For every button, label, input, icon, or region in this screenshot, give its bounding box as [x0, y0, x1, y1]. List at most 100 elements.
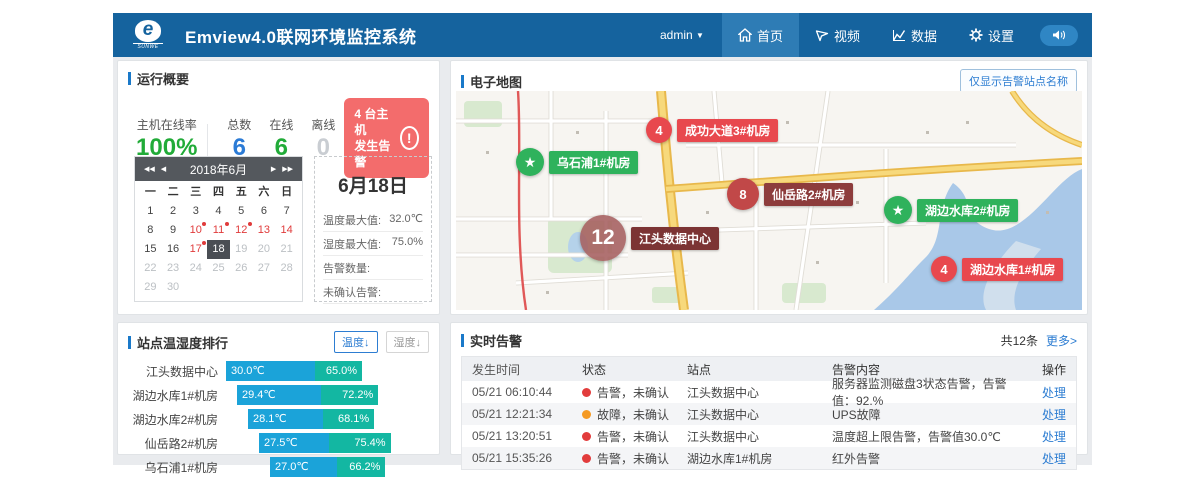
calendar-day[interactable]: 29 [139, 278, 162, 297]
alarm-count-marker[interactable]: 4 [646, 117, 672, 143]
station-label[interactable]: 湖边水库2#机房 [917, 199, 1018, 222]
alarm-status: 告警，未确认 [582, 450, 687, 467]
calendar-day[interactable]: 4 [207, 202, 230, 221]
station-label[interactable]: 仙岳路2#机房 [764, 183, 853, 206]
alarm-time: 05/21 15:35:26 [472, 451, 582, 465]
alarm-dot-icon [225, 222, 229, 226]
exclamation-icon: ! [400, 126, 419, 150]
prev-year-button[interactable]: ◀◀ [141, 165, 158, 173]
alarms-header: 实时告警 共12条 更多> [451, 323, 1087, 354]
ranking-rows: 江头数据中心30.0℃65.0%湖边水库1#机房29.4℃72.2%湖边水库2#… [118, 357, 439, 477]
alarm-action-cell: 处理 [1026, 406, 1066, 423]
logo-e-icon: e [135, 20, 161, 42]
map-marker: 8仙岳路2#机房 [727, 178, 853, 210]
calendar-day[interactable]: 18 [207, 240, 230, 259]
alarm-count-marker[interactable]: 4 [931, 256, 957, 282]
calendar-day[interactable]: 19 [230, 240, 253, 259]
alarm-count-marker[interactable]: 8 [727, 178, 759, 210]
calendar-day[interactable]: 17 [184, 240, 207, 259]
day-detail-row: 未确认告警: [323, 280, 423, 304]
station-label[interactable]: 成功大道3#机房 [677, 119, 778, 142]
station-label[interactable]: 湖边水库1#机房 [962, 258, 1063, 281]
handle-link[interactable]: 处理 [1042, 430, 1066, 444]
nav-data[interactable]: 数据 [876, 13, 953, 57]
nav-settings[interactable]: 设置 [953, 13, 1030, 57]
sort-by-temp-button[interactable]: 温度↓ [334, 331, 378, 353]
calendar-day[interactable]: 3 [184, 202, 207, 221]
calendar-day[interactable]: 12 [230, 221, 253, 240]
calendar-day[interactable]: 10 [184, 221, 207, 240]
calendar-day[interactable]: 13 [253, 221, 276, 240]
more-link[interactable]: 更多> [1046, 332, 1077, 349]
nav-settings-label: 设置 [988, 26, 1014, 45]
calendar-day[interactable]: 26 [230, 259, 253, 278]
day-detail-rows: 温度最大值:32.0℃湿度最大值:75.0%告警数量:未确认告警: [323, 208, 423, 304]
station-name: 湖边水库2#机房 [124, 411, 226, 428]
station-ok-marker[interactable]: ★ [516, 148, 544, 176]
user-name: admin [660, 28, 693, 42]
calendar-day[interactable]: 21 [275, 240, 298, 259]
overview-title: 运行概要 [137, 69, 189, 88]
alarm-station: 湖边水库1#机房 [687, 450, 832, 467]
calendar-day[interactable]: 14 [275, 221, 298, 240]
calendar-day[interactable]: 15 [139, 240, 162, 259]
nav-home[interactable]: 首页 [722, 13, 799, 57]
handle-link[interactable]: 处理 [1042, 386, 1066, 400]
calendar-day[interactable]: 22 [139, 259, 162, 278]
sound-button[interactable] [1040, 25, 1078, 46]
overview-panel: 运行概要 主机在线率 100% 总数 6 在线 6 离线 0 4 台主机 [117, 60, 440, 315]
calendar-day[interactable]: 7 [275, 202, 298, 221]
alarm-station: 江头数据中心 [687, 384, 832, 401]
ranking-panel: 站点温湿度排行 温度↓ 湿度↓ 江头数据中心30.0℃65.0%湖边水库1#机房… [117, 322, 440, 455]
station-label[interactable]: 乌石浦1#机房 [549, 151, 638, 174]
calendar-day[interactable]: 1 [139, 202, 162, 221]
gear-icon [969, 28, 983, 42]
calendar-day[interactable]: 28 [275, 259, 298, 278]
day-detail-row: 温度最大值:32.0℃ [323, 208, 423, 232]
next-year-button[interactable]: ▶▶ [279, 165, 296, 173]
chart-icon [892, 28, 906, 42]
calendar-day[interactable]: 11 [207, 221, 230, 240]
app-title: Emview4.0联网环境监控系统 [185, 23, 416, 48]
calendar-day[interactable]: 5 [230, 202, 253, 221]
calendar-day[interactable]: 16 [162, 240, 185, 259]
handle-link[interactable]: 处理 [1042, 452, 1066, 466]
nav-video-label: 视频 [834, 26, 860, 45]
map-marker: ★湖边水库2#机房 [884, 196, 1018, 224]
show-alarm-stations-button[interactable]: 仅显示告警站点名称 [960, 69, 1077, 93]
next-month-button[interactable]: ▶ [268, 165, 279, 173]
calendar-day[interactable]: 27 [253, 259, 276, 278]
calendar-day[interactable]: 6 [253, 202, 276, 221]
calendar-day[interactable]: 23 [162, 259, 185, 278]
calendar-day[interactable]: 20 [253, 240, 276, 259]
calendar-day[interactable]: 9 [162, 221, 185, 240]
prev-month-button[interactable]: ◀ [158, 165, 169, 173]
alarm-time: 05/21 12:21:34 [472, 407, 582, 421]
map-panel: 电子地图 仅显示告警站点名称 [450, 60, 1088, 315]
calendar: ◀◀ ◀ 2018年6月 ▶ ▶▶ 一二三四五六日123456789101112… [134, 156, 303, 302]
station-label[interactable]: 江头数据中心 [631, 227, 719, 250]
weekday-label: 五 [230, 183, 253, 202]
calendar-day[interactable]: 25 [207, 259, 230, 278]
alarm-time: 05/21 13:20:51 [472, 429, 582, 443]
handle-link[interactable]: 处理 [1042, 408, 1066, 422]
user-menu[interactable]: admin ▼ [660, 28, 704, 42]
calendar-day[interactable]: 24 [184, 259, 207, 278]
nav-video[interactable]: 视频 [799, 13, 876, 57]
calendar-day[interactable]: 8 [139, 221, 162, 240]
map-canvas[interactable]: 4成功大道3#机房★乌石浦1#机房8仙岳路2#机房12江头数据中心★湖边水库2#… [456, 91, 1082, 310]
status-dot-icon [582, 410, 591, 419]
status-dot-icon [582, 388, 591, 397]
weekday-label: 一 [139, 183, 162, 202]
calendar-day[interactable]: 2 [162, 202, 185, 221]
alarms-panel: 实时告警 共12条 更多> 发生时间 状态 站点 告警内容 操作 05/21 0… [450, 322, 1088, 455]
temp-humidity-bar: 29.4℃72.2% [237, 385, 378, 405]
speaker-icon [1052, 29, 1066, 41]
alarm-status: 故障，未确认 [582, 406, 687, 423]
humidity-bar-segment: 65.0% [315, 361, 362, 381]
sort-by-humidity-button[interactable]: 湿度↓ [386, 331, 430, 353]
alarm-count-marker[interactable]: 12 [580, 215, 626, 261]
station-ok-marker[interactable]: ★ [884, 196, 912, 224]
calendar-day[interactable]: 30 [162, 278, 185, 297]
station-name: 乌石浦1#机房 [124, 459, 226, 476]
